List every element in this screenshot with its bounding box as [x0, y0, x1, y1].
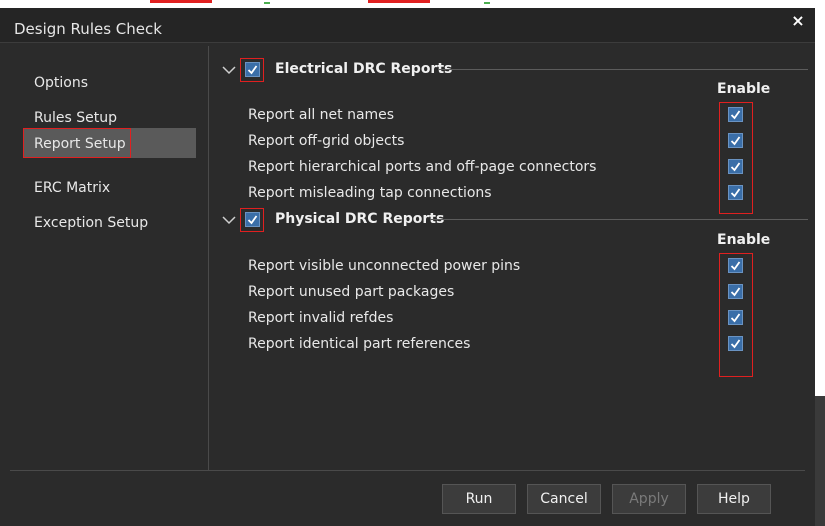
report-hierarchical-ports-checkbox[interactable]	[728, 159, 743, 174]
cancel-button[interactable]: Cancel	[527, 484, 601, 514]
help-button[interactable]: Help	[697, 484, 771, 514]
electrical-section-title: Electrical DRC Reports	[275, 61, 453, 77]
design-rules-check-dialog: Design Rules Check × Options Rules Setup…	[0, 8, 815, 526]
sidebar-item-report-setup[interactable]: Report Setup	[23, 128, 131, 158]
check-icon	[730, 313, 741, 323]
report-unconnected-power-pins-checkbox[interactable]	[728, 258, 743, 273]
report-unused-part-packages-checkbox[interactable]	[728, 284, 743, 299]
row-label: Report unused part packages	[248, 284, 455, 300]
check-icon	[730, 110, 741, 120]
right-edge	[815, 8, 825, 526]
window-title: Design Rules Check	[14, 20, 162, 38]
row-label: Report invalid refdes	[248, 310, 394, 326]
check-icon	[247, 65, 258, 75]
physical-enable-column-label: Enable	[717, 232, 771, 248]
electrical-enable-checkbox[interactable]	[245, 62, 260, 77]
check-icon	[247, 215, 258, 225]
green-mark	[484, 2, 490, 4]
green-mark	[264, 2, 270, 4]
check-icon	[730, 188, 741, 198]
physical-section-title: Physical DRC Reports	[275, 211, 445, 227]
red-mark	[150, 0, 212, 3]
chevron-down-icon[interactable]	[222, 213, 236, 227]
physical-enable-checkbox[interactable]	[245, 212, 260, 227]
check-icon	[730, 162, 741, 172]
sidebar-item-exception-setup[interactable]: Exception Setup	[24, 208, 196, 238]
report-off-grid-objects-checkbox[interactable]	[728, 133, 743, 148]
footer-divider	[10, 470, 805, 471]
run-button[interactable]: Run	[442, 484, 516, 514]
check-icon	[730, 261, 741, 271]
check-icon	[730, 136, 741, 146]
apply-button[interactable]: Apply	[612, 484, 686, 514]
row-label: Report hierarchical ports and off-page c…	[248, 159, 597, 175]
top-strip	[0, 0, 825, 8]
row-label: Report all net names	[248, 107, 395, 123]
check-icon	[730, 339, 741, 349]
section-divider	[438, 69, 808, 70]
report-identical-part-references-checkbox[interactable]	[728, 336, 743, 351]
row-label: Report visible unconnected power pins	[248, 258, 521, 274]
title-bar: Design Rules Check ×	[0, 8, 815, 43]
electrical-enable-column-label: Enable	[717, 81, 771, 97]
chevron-down-icon[interactable]	[222, 63, 236, 77]
red-mark	[368, 0, 430, 3]
sidebar-item-options[interactable]: Options	[24, 68, 196, 98]
report-all-net-names-checkbox[interactable]	[728, 107, 743, 122]
row-label: Report off-grid objects	[248, 133, 405, 149]
sidebar-item-erc-matrix[interactable]: ERC Matrix	[24, 173, 196, 203]
background-window	[815, 396, 825, 526]
check-icon	[730, 287, 741, 297]
sidebar: Options Rules Setup Report Setup ERC Mat…	[10, 46, 209, 470]
section-divider	[430, 219, 808, 220]
close-icon[interactable]: ×	[787, 10, 809, 32]
report-misleading-tap-checkbox[interactable]	[728, 185, 743, 200]
row-label: Report identical part references	[248, 336, 471, 352]
row-label: Report misleading tap connections	[248, 185, 492, 201]
report-invalid-refdes-checkbox[interactable]	[728, 310, 743, 325]
